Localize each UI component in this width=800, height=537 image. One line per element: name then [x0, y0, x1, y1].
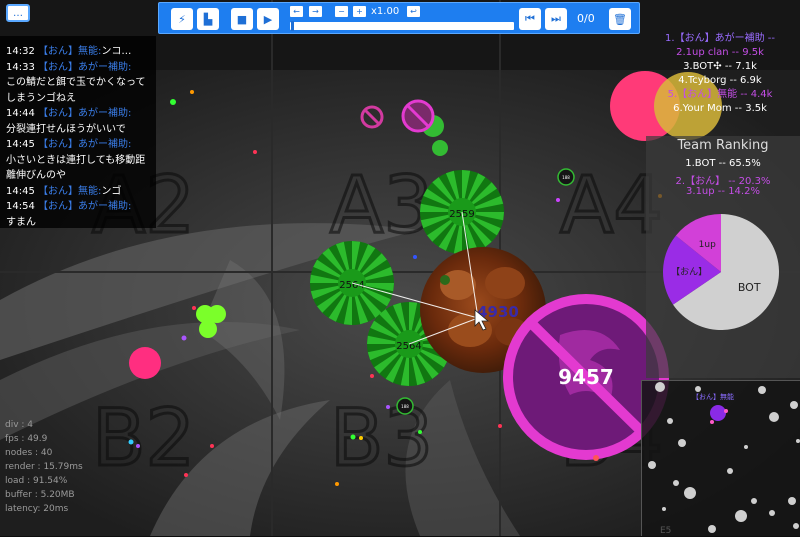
stat-line: buffer : 5.20MB: [5, 490, 75, 500]
stat-line: latency: 20ms: [5, 504, 69, 514]
leaderboard-row: 6.Your Mom -- 3.5k: [673, 103, 767, 114]
pie-label: BOT: [738, 281, 761, 294]
chat-message: すまん: [6, 216, 36, 228]
chat-message: 小さいときは連打しても移動距: [6, 154, 146, 166]
svg-text:9457: 9457: [558, 365, 614, 389]
chat-log: 14:32 【おん】無能:ンコ… 14:33 【おん】あがー補助: この鯖だと餌で玉…: [6, 44, 156, 230]
minimap-player-label: 【おん】無能: [692, 392, 734, 401]
leaderboard: 1.【おん】あがー補助 -- 2.1up clan -- 9.5k 3.BOT✣ -…: [640, 32, 800, 116]
chat-time: 14:33: [6, 61, 35, 73]
chat-line: しまうンゴねえ: [6, 91, 156, 107]
chat-line: この鯖だと餌で玉でかくなって: [6, 75, 156, 91]
stat-line: load : 91.54%: [5, 476, 68, 486]
team-pie-chart: BOT 【おん】 1up: [663, 214, 779, 330]
team-row-2: 2.【おん】 -- 20.3%: [675, 176, 771, 187]
cell-mass-small2: 188: [401, 404, 409, 409]
truck-icon[interactable]: ▙: [197, 8, 219, 30]
leaderboard-row: 3.BOT✣ -- 7.1k: [683, 61, 757, 72]
timeline-knob[interactable]: [291, 21, 294, 31]
timeline-slider[interactable]: [290, 21, 514, 31]
minimap-sector-label: E5: [660, 526, 671, 536]
chat-line: 14:45 【おん】あがー補助:: [6, 137, 156, 153]
stat-line: render : 15.79ms: [5, 462, 83, 472]
stat-line: fps : 49.9: [5, 434, 48, 444]
chat-line: 離伸びんのや: [6, 168, 156, 184]
stat-line: div : 4: [5, 420, 34, 430]
play-button[interactable]: ▶: [257, 8, 279, 30]
chat-message: しまうンゴねえ: [6, 92, 76, 104]
stat-line: nodes : 40: [5, 448, 53, 458]
chat-message: この鯖だと餌で玉でかくなって: [6, 77, 146, 88]
replay-toolbar: ⚡ ▙ ■ ▶ ← → − + x1.00 ↩ ⏮ ⏭ 0/0 🗑: [158, 2, 640, 34]
grid-label-b2: B2: [92, 394, 195, 484]
leaderboard-row: 5.【おん】無能 -- 4.4k: [667, 89, 773, 100]
speed-up-button[interactable]: +: [353, 6, 366, 17]
team-row-3: 3.1up -- 14.2%: [686, 186, 760, 197]
chat-time: 14:54: [6, 201, 35, 212]
chat-message: ンゴ: [101, 185, 122, 197]
chat-message: 分裂連打せんほうがいいで: [6, 123, 126, 135]
chat-time: 14:45: [6, 139, 35, 150]
chat-line: 14:44 【おん】あがー補助:: [6, 106, 156, 122]
team-row-1: 1.BOT -- 65.5%: [685, 158, 761, 169]
chat-line: 14:54 【おん】あがー補助:: [6, 199, 156, 215]
chat-author: 【おん】あがー補助:: [38, 139, 132, 150]
chat-author: 【おん】あがー補助:: [38, 61, 132, 73]
pink-cell-small: [129, 347, 161, 379]
leaderboard-row: 1.【おん】あがー補助 --: [665, 33, 775, 44]
svg-text:2564: 2564: [396, 341, 421, 352]
chat-author: 【おん】無能:: [38, 185, 102, 197]
chat-line: 14:32 【おん】無能:ンコ…: [6, 44, 156, 60]
stats-overlay: div : 4 fps : 49.9 nodes : 40 render : 15.7…: [5, 418, 83, 516]
stop-button[interactable]: ■: [231, 8, 253, 30]
forward-small-button[interactable]: →: [309, 6, 322, 17]
lightning-icon[interactable]: ⚡: [171, 8, 193, 30]
game-canvas[interactable]: A2 A3 A4 B2 B3 B4 188 188 2559 2564 2564: [0, 0, 800, 536]
chat-toggle-icon[interactable]: …: [6, 4, 30, 22]
pie-label: 1up: [699, 240, 716, 250]
chat-time: 14:45: [6, 185, 35, 197]
pie-label: 【おん】: [671, 267, 707, 278]
chat-author: 【おん】あがー補助:: [38, 201, 132, 212]
next-button[interactable]: ⏭: [545, 8, 567, 30]
chat-line: 分裂連打せんほうがいいで: [6, 122, 156, 138]
chat-line: 14:33 【おん】あがー補助:: [6, 60, 156, 76]
speed-readout: x1.00: [371, 6, 400, 17]
leaderboard-row: 2.1up clan -- 9.5k: [676, 47, 764, 58]
chat-message: 離伸びんのや: [6, 170, 66, 181]
trash-icon[interactable]: 🗑: [609, 8, 631, 30]
cell-mass-small1: 188: [562, 175, 570, 180]
grid-label-b3: B3: [330, 394, 433, 484]
clip-counter: 0/0: [577, 12, 595, 25]
chat-line: すまん: [6, 215, 156, 231]
speed-down-button[interactable]: −: [335, 6, 348, 17]
chat-message: ンコ…: [101, 46, 132, 57]
chat-line: 小さいときは連打しても移動距: [6, 153, 156, 169]
grid-label-a3: A3: [330, 161, 433, 251]
chat-time: 14:44: [6, 108, 35, 119]
team-ranking-panel: Team Ranking 1.BOT -- 65.5% 2.【おん】 -- 20…: [646, 136, 800, 378]
team-ranking-title: Team Ranking: [677, 138, 769, 153]
chat-author: 【おん】無能:: [38, 46, 102, 57]
minimap: 【おん】無能 E5: [641, 380, 800, 536]
leaderboard-row: 4.Tcyborg -- 6.9k: [678, 75, 762, 86]
chat-line: 14:45 【おん】無能:ンゴ: [6, 184, 156, 200]
chat-time: 14:32: [6, 46, 35, 57]
return-button[interactable]: ↩: [407, 6, 420, 17]
prev-button[interactable]: ⏮: [519, 8, 541, 30]
chat-author: 【おん】あがー補助:: [38, 108, 132, 119]
rewind-small-button[interactable]: ←: [290, 6, 303, 17]
